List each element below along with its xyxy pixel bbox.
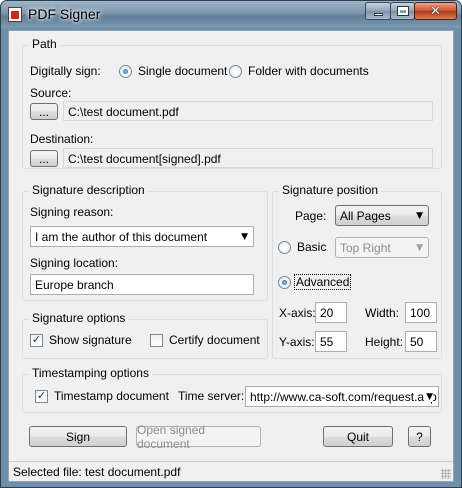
x-axis-input[interactable]: 20 [315, 302, 347, 323]
digitally-sign-label: Digitally sign: [30, 64, 101, 78]
single-document-label[interactable]: Single document [138, 64, 227, 78]
time-server-dropdown[interactable]: http://www.ca-soft.com/request.asp ▼ [245, 386, 439, 407]
signing-reason-value: I am the author of this document [35, 230, 208, 244]
client-area: Path Digitally sign: Single document Fol… [8, 30, 454, 482]
signature-options-group: Signature options ✓ Show signature Certi… [22, 311, 268, 359]
chevron-down-icon: ▼ [416, 211, 423, 221]
destination-path-field[interactable]: C:\test document[signed].pdf [63, 148, 433, 168]
chevron-down-icon: ▼ [424, 392, 433, 402]
page-value: All Pages [340, 209, 391, 223]
time-server-label: Time server: [178, 389, 245, 403]
timestamping-options-group: Timestamping options ✓ Timestamp documen… [22, 366, 442, 413]
minimize-button[interactable] [365, 2, 391, 20]
signature-description-group: Signature description Signing reason: I … [22, 183, 268, 301]
signature-description-title: Signature description [29, 183, 148, 197]
title-bar[interactable]: PDF Signer ✕ [1, 1, 461, 28]
sign-button[interactable]: Sign [29, 426, 127, 447]
basic-position-dropdown[interactable]: Top Right ▼ [335, 237, 429, 258]
folder-with-documents-label[interactable]: Folder with documents [248, 64, 369, 78]
basic-position-value: Top Right [340, 241, 391, 255]
timestamping-options-title: Timestamping options [29, 366, 152, 380]
chevron-down-icon: ▼ [416, 243, 423, 253]
signing-location-input[interactable]: Europe branch [30, 274, 254, 295]
chevron-down-icon: ▼ [241, 232, 248, 242]
signing-reason-label: Signing reason: [30, 205, 114, 219]
x-axis-label: X-axis: [279, 306, 316, 320]
quit-button[interactable]: Quit [323, 426, 393, 447]
signing-location-label: Signing location: [30, 256, 119, 270]
source-path-field[interactable]: C:\test document.pdf [63, 101, 433, 121]
page-dropdown[interactable]: All Pages ▼ [335, 205, 429, 226]
page-label: Page: [295, 209, 327, 223]
advanced-label[interactable]: Advanced [293, 274, 352, 290]
pdf-signer-window: PDF Signer ✕ Path Digitally sign: Single… [0, 0, 462, 488]
certify-document-checkbox[interactable] [150, 334, 163, 347]
advanced-radio[interactable] [278, 276, 291, 289]
minimize-icon [373, 12, 383, 16]
resize-grip-icon[interactable] [441, 469, 451, 479]
source-browse-button[interactable]: ... [30, 103, 58, 120]
source-label: Source: [30, 86, 72, 100]
signing-reason-dropdown[interactable]: I am the author of this document ▼ [30, 226, 254, 247]
width-label: Width: [365, 306, 400, 320]
height-input[interactable]: 50 [405, 331, 437, 352]
signature-position-title: Signature position [279, 183, 382, 197]
help-button[interactable]: ? [408, 426, 431, 447]
status-bar: Selected file: test document.pdf [9, 461, 453, 481]
y-axis-label: Y-axis: [279, 335, 315, 349]
height-label: Height: [365, 335, 404, 349]
destination-label: Destination: [30, 132, 94, 146]
basic-label[interactable]: Basic [297, 240, 326, 254]
maximize-button[interactable] [390, 2, 415, 20]
timestamp-document-label[interactable]: Timestamp document [54, 389, 169, 403]
certify-document-label[interactable]: Certify document [169, 333, 260, 347]
path-group: Path Digitally sign: Single document Fol… [22, 37, 442, 169]
close-button[interactable]: ✕ [414, 2, 457, 20]
y-axis-input[interactable]: 55 [315, 331, 347, 352]
path-group-title: Path [29, 37, 60, 51]
signature-position-group: Signature position Page: All Pages ▼ Bas… [272, 183, 442, 359]
app-pdf-icon [8, 7, 22, 22]
open-signed-document-button[interactable]: Open signed document [136, 423, 261, 451]
close-icon: ✕ [430, 3, 441, 19]
width-input[interactable]: 100 [405, 302, 437, 323]
show-signature-label[interactable]: Show signature [49, 333, 132, 347]
basic-radio[interactable] [278, 241, 291, 254]
timestamp-document-checkbox[interactable]: ✓ [35, 390, 48, 403]
status-text: Selected file: test document.pdf [13, 465, 181, 479]
signature-options-title: Signature options [29, 311, 129, 325]
destination-browse-button[interactable]: ... [30, 150, 58, 167]
maximize-icon [396, 6, 409, 16]
show-signature-checkbox[interactable]: ✓ [30, 334, 43, 347]
folder-with-documents-radio[interactable] [229, 65, 242, 78]
single-document-radio[interactable] [119, 65, 132, 78]
time-server-value: http://www.ca-soft.com/request.asp [250, 390, 437, 404]
window-title: PDF Signer [28, 6, 101, 22]
